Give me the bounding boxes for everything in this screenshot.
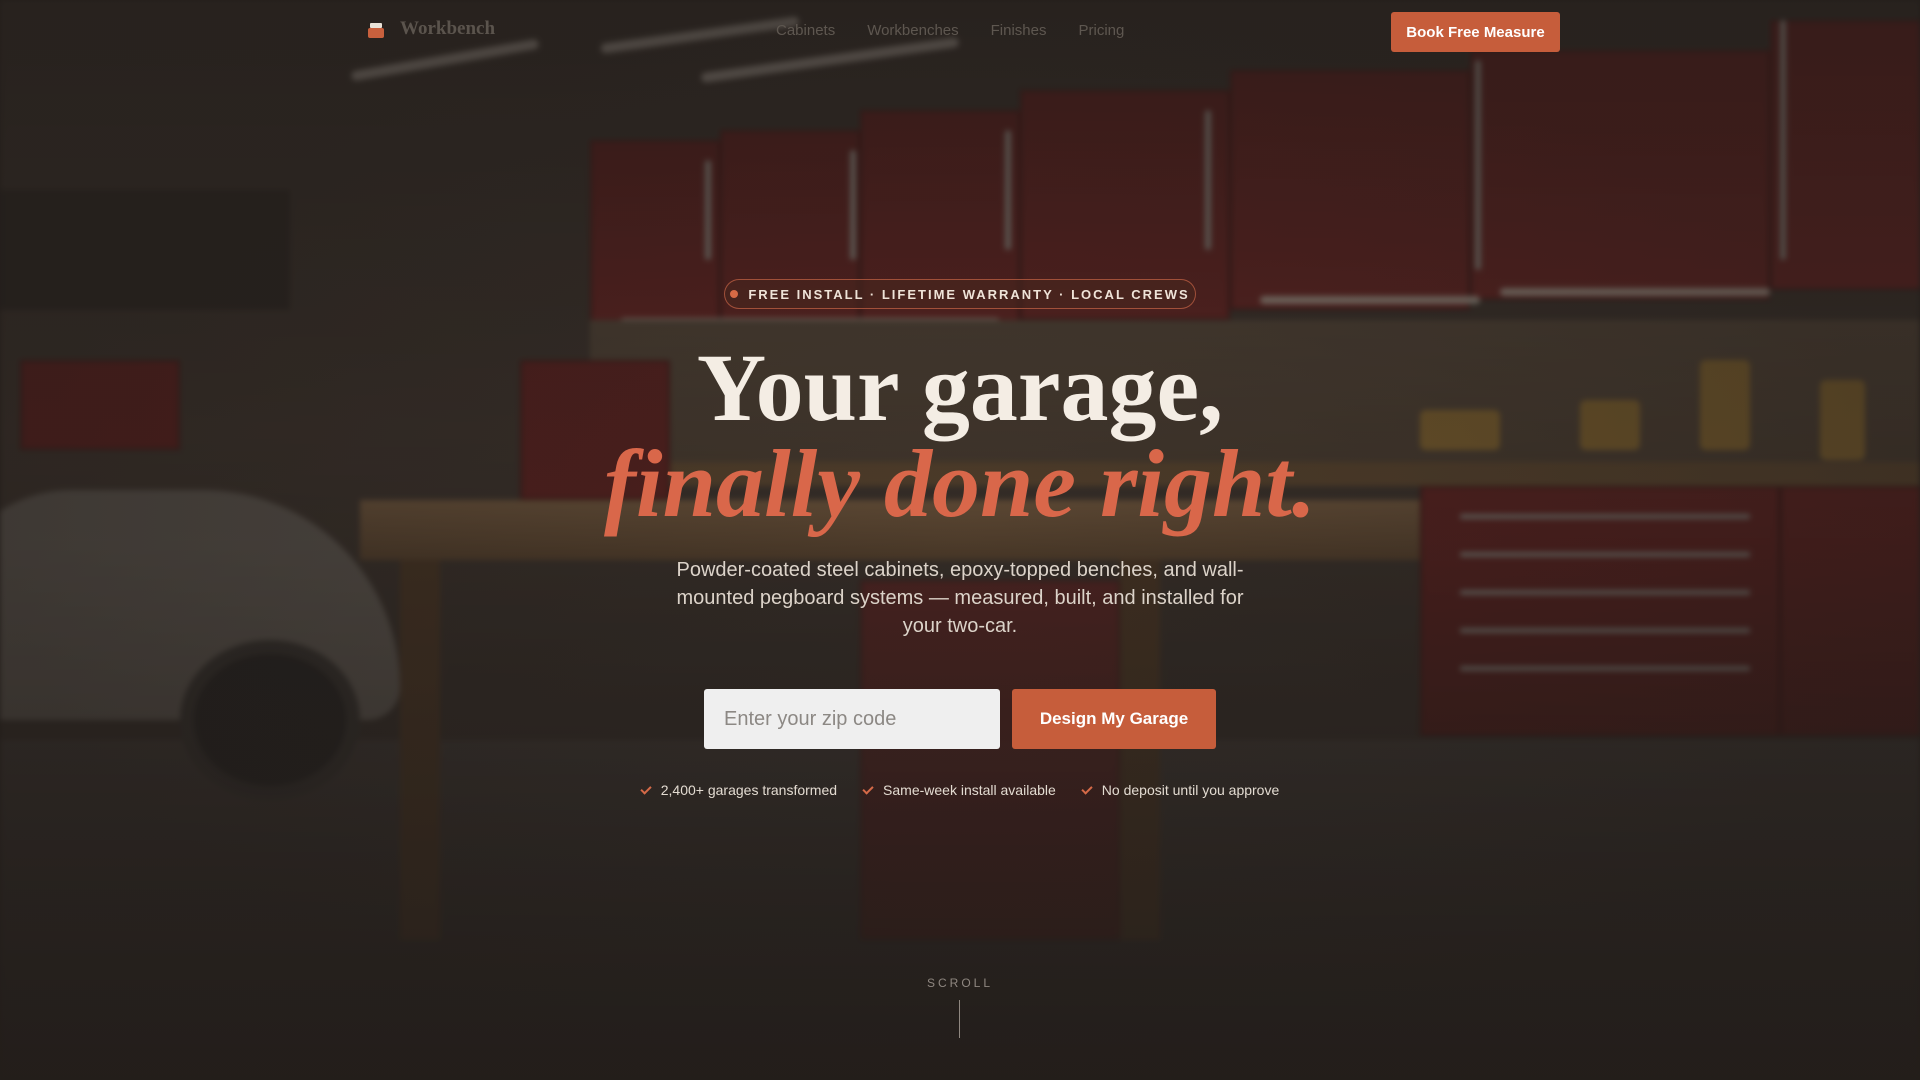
- brand-name: Workbench: [400, 18, 496, 39]
- trust-list: 2,400+ garages transformed Same-week ins…: [0, 782, 1920, 798]
- headline-line-2: finally done right.: [603, 430, 1317, 537]
- badge-dot-icon: [730, 290, 739, 298]
- nav-link-finishes[interactable]: Finishes: [991, 22, 1047, 39]
- nav-link-workbenches[interactable]: Workbenches: [867, 22, 958, 39]
- headline-line-1: Your garage,: [696, 334, 1224, 441]
- check-icon: [641, 784, 653, 796]
- hero-badge: FREE INSTALL · LIFETIME WARRANTY · LOCAL…: [724, 279, 1196, 309]
- nav-links: Cabinets Workbenches Finishes Pricing: [776, 22, 1124, 39]
- trust-item-label: No deposit until you approve: [1101, 782, 1280, 798]
- design-my-garage-button[interactable]: Design My Garage: [1012, 689, 1216, 749]
- nav-link-pricing[interactable]: Pricing: [1079, 22, 1125, 39]
- hero-subheadline: Powder-coated steel cabinets, epoxy-topp…: [676, 559, 1244, 637]
- hero-overlay: [0, 0, 1920, 1080]
- trust-item: Same-week install available: [863, 782, 1056, 798]
- scroll-indicator-line: [959, 1000, 960, 1038]
- trust-item-label: Same-week install available: [883, 782, 1056, 798]
- check-icon: [863, 784, 875, 796]
- trust-item: 2,400+ garages transformed: [641, 782, 837, 798]
- trust-item: No deposit until you approve: [1082, 782, 1279, 798]
- check-icon: [1082, 784, 1094, 796]
- workbench-logo-icon: [366, 20, 386, 38]
- trust-item-label: 2,400+ garages transformed: [660, 782, 838, 798]
- nav-link-cabinets[interactable]: Cabinets: [776, 22, 835, 39]
- top-navigation: Workbench Cabinets Workbenches Finishes …: [0, 0, 1920, 64]
- scroll-indicator-label[interactable]: SCROLL: [0, 976, 1920, 990]
- brand-logo[interactable]: Workbench: [366, 18, 495, 40]
- book-free-measure-button[interactable]: Book Free Measure: [1391, 12, 1560, 52]
- badge-text: FREE INSTALL · LIFETIME WARRANTY · LOCAL…: [748, 286, 1190, 302]
- zip-code-input[interactable]: [704, 689, 1000, 749]
- zip-form: Design My Garage: [704, 689, 1216, 749]
